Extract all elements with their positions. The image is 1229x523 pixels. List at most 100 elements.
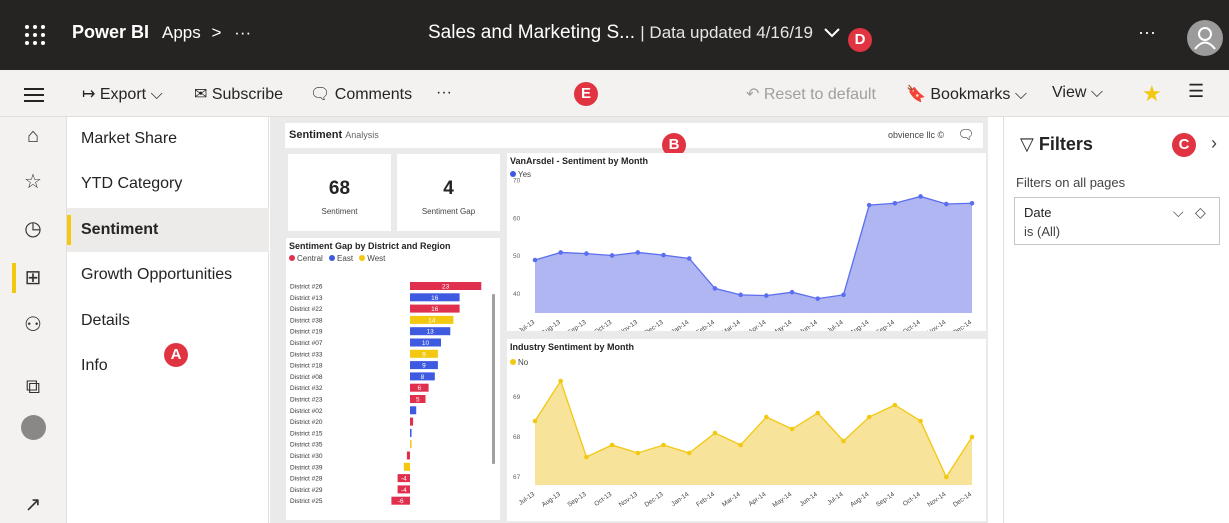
- data-point: [764, 293, 769, 298]
- bar-category-label: District #23: [290, 397, 323, 404]
- bar: [410, 428, 412, 437]
- line-chart-plot: 70 60 50 40 Jul-13 Aug-13 Sep-13 Oct-13 Nov-13 De…: [513, 178, 975, 331]
- collapse-pane-chevron-icon[interactable]: ›: [1211, 133, 1217, 154]
- workspace-avatar[interactable]: [21, 415, 46, 440]
- more-commands-icon[interactable]: ···: [436, 84, 452, 102]
- x-tick-label: Dec-13: [643, 491, 664, 509]
- callout-badge-a: A: [164, 343, 188, 367]
- reset-to-default-button[interactable]: ↶ Reset to default: [746, 84, 876, 104]
- page-sentiment[interactable]: Sentiment: [67, 208, 269, 252]
- vanarsdel-sentiment-chart[interactable]: VanArsdel - Sentiment by Month Yes 70 60 5…: [507, 153, 986, 331]
- view-button[interactable]: View ⌵: [1052, 84, 1103, 102]
- left-navigation: ⌂ ☆ ◷ ⊞ ⚇ ⧉ ↗: [0, 117, 67, 523]
- app-launcher-icon[interactable]: [22, 22, 48, 48]
- date-filter-card[interactable]: Date is (All) ⌵ ◇: [1014, 197, 1220, 245]
- x-tick-label: Aug-14: [849, 491, 870, 509]
- x-tick-label: Nov-14: [926, 491, 947, 509]
- comments-button[interactable]: 🗨 Comments: [310, 84, 412, 104]
- bookmarks-label: Bookmarks: [930, 86, 1011, 103]
- bookmarks-button[interactable]: 🔖 Bookmarks ⌵: [906, 84, 1027, 104]
- x-tick-label: Sep-13: [566, 491, 587, 509]
- x-tick-label: May-14: [771, 319, 793, 331]
- chevron-down-icon: ⌵: [1014, 86, 1027, 103]
- workspaces-icon[interactable]: ⧉: [18, 372, 48, 402]
- data-point: [738, 442, 743, 448]
- data-point: [738, 292, 743, 298]
- bar-data-label: 16: [431, 306, 439, 313]
- bar-category-label: District #25: [290, 498, 323, 505]
- bar-data-label: 5: [416, 397, 420, 404]
- subscribe-button[interactable]: ✉ Subscribe: [194, 84, 283, 104]
- more-options-icon[interactable]: ···: [1138, 22, 1156, 43]
- page-ytd-category[interactable]: YTD Category: [67, 162, 269, 206]
- clear-filter-eraser-icon[interactable]: ◇: [1195, 204, 1206, 221]
- expand-arrow-icon[interactable]: ↗: [18, 490, 48, 520]
- bar-data-label: 14: [428, 317, 436, 324]
- data-point: [943, 474, 949, 480]
- filter-field-name: Date: [1024, 205, 1052, 220]
- x-tick-label: Jul-14: [826, 491, 845, 507]
- y-tick-label: 60: [513, 215, 521, 222]
- page-growth-opportunities[interactable]: Growth Opportunities: [67, 253, 269, 297]
- report-title[interactable]: Sales and Marketing S... | Data updated …: [428, 22, 840, 44]
- data-point: [764, 414, 769, 420]
- chevron-down-icon: ⌵: [1090, 84, 1103, 101]
- comment-icon[interactable]: 🗨: [955, 125, 977, 145]
- apps-link[interactable]: Apps: [162, 23, 201, 42]
- breadcrumb[interactable]: Apps > ···: [162, 23, 251, 43]
- list-view-icon[interactable]: ☰: [1188, 81, 1204, 102]
- user-avatar[interactable]: [1187, 20, 1223, 56]
- chevron-down-icon[interactable]: [824, 22, 840, 44]
- sentiment-gap-bar-chart[interactable]: Sentiment Gap by District and Region Cen…: [286, 238, 500, 520]
- hamburger-menu-icon[interactable]: [24, 88, 44, 106]
- page-details[interactable]: Details: [67, 299, 269, 343]
- x-tick-label: Jul-14: [826, 319, 845, 331]
- bar-data-label: 10: [422, 340, 430, 347]
- recent-clock-icon[interactable]: ◷: [18, 214, 48, 244]
- brand-name[interactable]: Power BI: [72, 22, 149, 43]
- x-tick-label: Dec-14: [952, 491, 973, 509]
- callout-badge-c: C: [1172, 133, 1196, 157]
- bar-chart-plot: District #26 23 District #13 16 District #22…: [290, 282, 495, 505]
- x-tick-label: Jan-14: [670, 491, 691, 508]
- apps-grid-icon[interactable]: ⊞: [18, 263, 48, 293]
- breadcrumb-more-icon[interactable]: ···: [234, 23, 251, 42]
- x-tick-label: Sep-13: [566, 319, 587, 331]
- x-tick-label: Jun-14: [799, 491, 820, 508]
- data-point: [712, 286, 718, 291]
- kpi-card-sentiment-gap[interactable]: 4 Sentiment Gap: [397, 154, 500, 231]
- page-market-share[interactable]: Market Share: [67, 117, 269, 161]
- x-tick-label: Jul-13: [518, 319, 537, 331]
- bar-data-label: -4: [401, 487, 407, 494]
- data-point: [892, 402, 898, 408]
- data-point: [866, 414, 872, 420]
- data-point: [584, 251, 589, 256]
- shared-with-me-icon[interactable]: ⚇: [18, 310, 48, 340]
- bar-category-label: District #29: [290, 487, 323, 494]
- view-label: View: [1052, 84, 1087, 101]
- data-point: [841, 438, 846, 444]
- bar-category-label: District #13: [290, 295, 323, 302]
- kpi-card-sentiment[interactable]: 68 Sentiment: [288, 154, 391, 231]
- bar-category-label: District #20: [290, 419, 323, 426]
- x-tick-label: Nov-14: [926, 319, 947, 331]
- command-bar: ↦ Export ⌵ ✉ Subscribe 🗨 Comments ··· E …: [0, 70, 1229, 117]
- bar-data-label: 8: [421, 374, 425, 381]
- export-button[interactable]: ↦ Export ⌵: [82, 84, 163, 104]
- home-icon[interactable]: ⌂: [18, 121, 48, 151]
- header-title-text: Sentiment: [289, 129, 343, 141]
- expand-filter-chevron-icon[interactable]: ⌵: [1173, 204, 1184, 221]
- data-point: [686, 256, 692, 261]
- copyright-text: obvience llc ©: [888, 130, 945, 140]
- chevron-down-icon: ⌵: [150, 86, 163, 103]
- x-tick-label: Dec-14: [952, 319, 973, 331]
- kpi-label: Sentiment: [321, 207, 358, 216]
- bookmark-icon: 🔖: [906, 86, 926, 103]
- x-tick-label: Dec-13: [643, 319, 664, 331]
- industry-sentiment-chart[interactable]: Industry Sentiment by Month No 69 68 67 Jul…: [507, 339, 986, 521]
- favorites-star-icon[interactable]: ☆: [18, 167, 48, 197]
- favorite-star-icon[interactable]: ★: [1142, 81, 1162, 107]
- x-tick-label: Jun-14: [799, 319, 820, 331]
- callout-badge-d: D: [848, 28, 872, 52]
- data-point: [661, 442, 666, 448]
